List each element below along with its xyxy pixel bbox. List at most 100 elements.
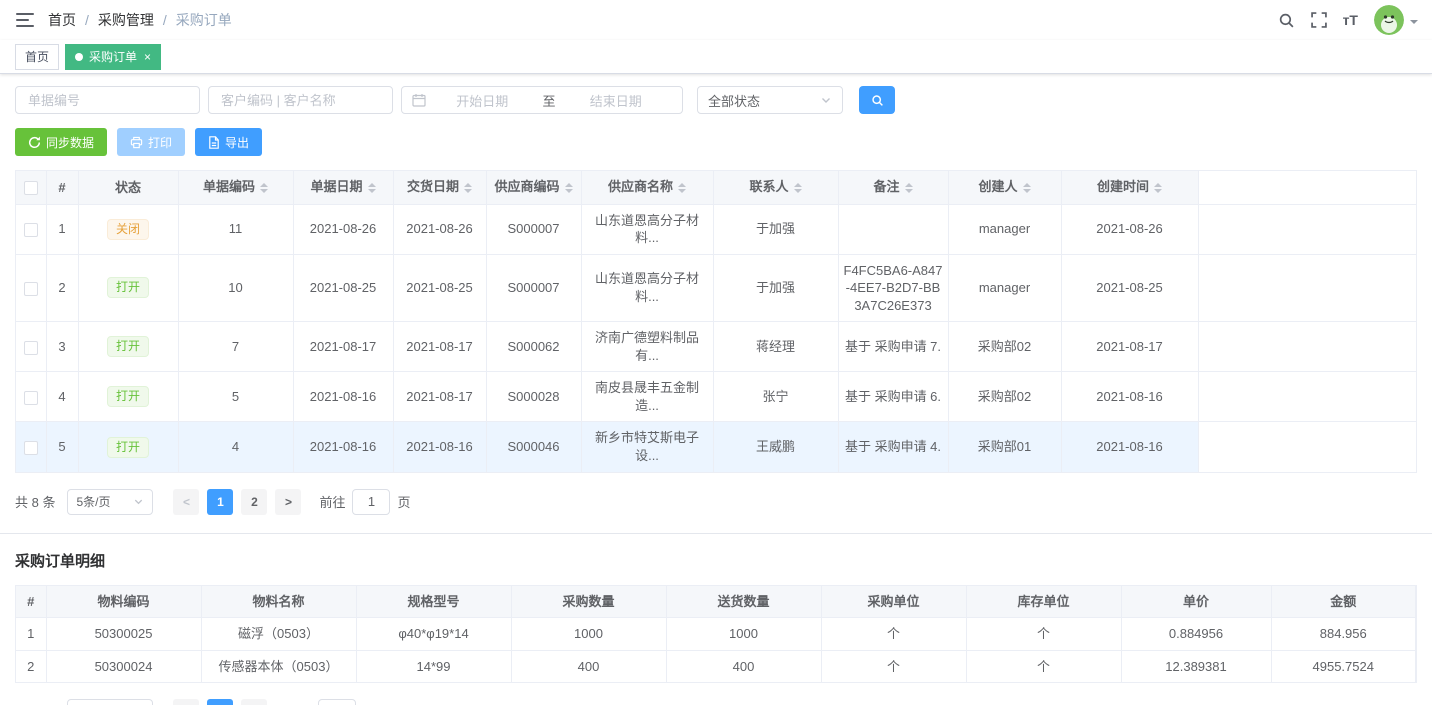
cell-purchase-unit: 个 [821,618,966,651]
export-button[interactable]: 导出 [195,128,262,156]
goto-page-input[interactable] [318,699,356,705]
cell-checkbox [16,322,46,372]
detail-row[interactable]: 250300024传感器本体（0503）14*99400400个个12.3893… [16,650,1416,682]
col-delivery-date[interactable]: 交货日期 [393,171,486,204]
fullscreen-icon[interactable] [1311,12,1327,28]
cell-stock-unit: 个 [966,618,1121,651]
cell-index: 5 [46,422,78,472]
avatar[interactable] [1374,5,1404,35]
cell-creator: manager [948,254,1061,322]
sync-label: 同步数据 [46,134,94,151]
cell-supplier-code: S000028 [486,372,581,422]
col-doc-code[interactable]: 单据编码 [178,171,293,204]
col-amount: 金额 [1271,586,1416,618]
close-icon[interactable]: × [144,51,151,63]
detail-header-row: # 物料编码 物料名称 规格型号 采购数量 送货数量 采购单位 库存单位 单价 … [16,586,1416,618]
customer-input[interactable] [208,86,393,114]
cell-delivery-date: 2021-08-17 [393,372,486,422]
detail-row[interactable]: 150300025磁浮（0503）φ40*φ19*1410001000个个0.8… [16,618,1416,651]
order-row[interactable]: 3打开72021-08-172021-08-17S000062济南广德塑料制品有… [16,322,1416,372]
status-select[interactable]: 全部状态 [697,86,843,114]
user-menu[interactable] [1374,5,1418,35]
cell-checkbox [16,204,46,254]
document-icon [208,136,220,149]
order-row[interactable]: 1关闭112021-08-262021-08-26S000007山东道恩高分子材… [16,204,1416,254]
page-button-1[interactable]: 1 [207,489,233,515]
cell-contact: 于加强 [713,204,838,254]
search-button[interactable] [859,86,895,114]
refresh-icon [28,136,41,149]
chevron-down-icon [133,496,144,507]
cell-doc-code: 4 [178,422,293,472]
col-contact[interactable]: 联系人 [713,171,838,204]
prev-page-button[interactable]: < [173,489,199,515]
tags-view-bar: 首页 采购订单 × [0,40,1432,74]
sort-icon[interactable] [1154,179,1162,197]
next-page-button[interactable]: > [275,489,301,515]
row-checkbox[interactable] [24,441,38,455]
sort-icon[interactable] [464,179,472,197]
cell-doc-date: 2021-08-26 [293,204,393,254]
font-size-icon[interactable]: тT [1343,12,1358,28]
sync-data-button[interactable]: 同步数据 [15,128,107,156]
row-checkbox[interactable] [24,341,38,355]
col-purchase-qty: 采购数量 [511,586,666,618]
breadcrumb-home[interactable]: 首页 [48,10,76,30]
status-tag: 打开 [107,386,149,407]
page-button-2[interactable]: 2 [241,489,267,515]
col-doc-date[interactable]: 单据日期 [293,171,393,204]
sort-icon[interactable] [905,179,913,197]
goto-label: 前往 [319,492,345,511]
sort-icon[interactable] [368,179,376,197]
chevron-down-icon [820,94,832,106]
page-button-1[interactable]: 1 [207,699,233,705]
col-remark[interactable]: 备注 [838,171,948,204]
order-row[interactable]: 4打开52021-08-162021-08-17S000028南皮县晟丰五金制造… [16,372,1416,422]
status-tag: 关闭 [107,219,149,240]
sort-icon[interactable] [678,179,686,197]
col-index: # [46,171,78,204]
hamburger-menu-icon[interactable] [0,13,48,27]
goto-page-input[interactable] [352,489,390,515]
detail-table-wrapper: # 物料编码 物料名称 规格型号 采购数量 送货数量 采购单位 库存单位 单价 … [15,585,1417,684]
date-range-picker[interactable]: 开始日期 至 结束日期 [401,86,683,114]
row-checkbox[interactable] [24,282,38,296]
cell-delivery-qty: 400 [666,650,821,682]
breadcrumb-current: 采购订单 [176,10,232,30]
tab-purchase-order[interactable]: 采购订单 × [65,44,161,70]
orders-table-wrapper: # 状态 单据编码 单据日期 交货日期 供应商编码 供应商名称 联系人 备注 创… [15,170,1417,473]
page-size-select[interactable]: 5条/页 [67,489,153,515]
prev-page-button[interactable]: < [173,699,199,705]
row-checkbox[interactable] [24,223,38,237]
cell-supplier-name: 山东道恩高分子材料... [581,254,713,322]
col-creator[interactable]: 创建人 [948,171,1061,204]
order-row[interactable]: 2打开102021-08-252021-08-25S000007山东道恩高分子材… [16,254,1416,322]
print-button[interactable]: 打印 [117,128,185,156]
row-filler [1198,204,1416,254]
end-date-placeholder[interactable]: 结束日期 [560,91,673,110]
col-create-time[interactable]: 创建时间 [1061,171,1198,204]
tab-home[interactable]: 首页 [15,44,59,70]
sort-icon[interactable] [794,179,802,197]
col-supplier-code[interactable]: 供应商编码 [486,171,581,204]
search-icon[interactable] [1278,12,1295,29]
page-size-select[interactable]: 5条/页 [67,699,153,705]
section-divider [0,533,1432,534]
cell-create-time: 2021-08-16 [1061,422,1198,472]
cell-supplier-code: S000046 [486,422,581,472]
start-date-placeholder[interactable]: 开始日期 [426,91,539,110]
col-status: 状态 [78,171,178,204]
cell-create-time: 2021-08-16 [1061,372,1198,422]
doc-no-input[interactable] [15,86,200,114]
col-supplier-name[interactable]: 供应商名称 [581,171,713,204]
order-row[interactable]: 5打开42021-08-162021-08-16S000046新乡市特艾斯电子设… [16,422,1416,472]
row-checkbox[interactable] [24,391,38,405]
breadcrumb-purchase-mgmt[interactable]: 采购管理 [98,10,154,30]
sort-icon[interactable] [1023,179,1031,197]
chevron-down-icon[interactable] [1410,20,1418,28]
sort-icon[interactable] [565,179,573,197]
next-page-button[interactable]: > [241,699,267,705]
sort-icon[interactable] [260,179,268,197]
detail-table: # 物料编码 物料名称 规格型号 采购数量 送货数量 采购单位 库存单位 单价 … [16,586,1416,683]
select-all-checkbox[interactable] [24,181,38,195]
